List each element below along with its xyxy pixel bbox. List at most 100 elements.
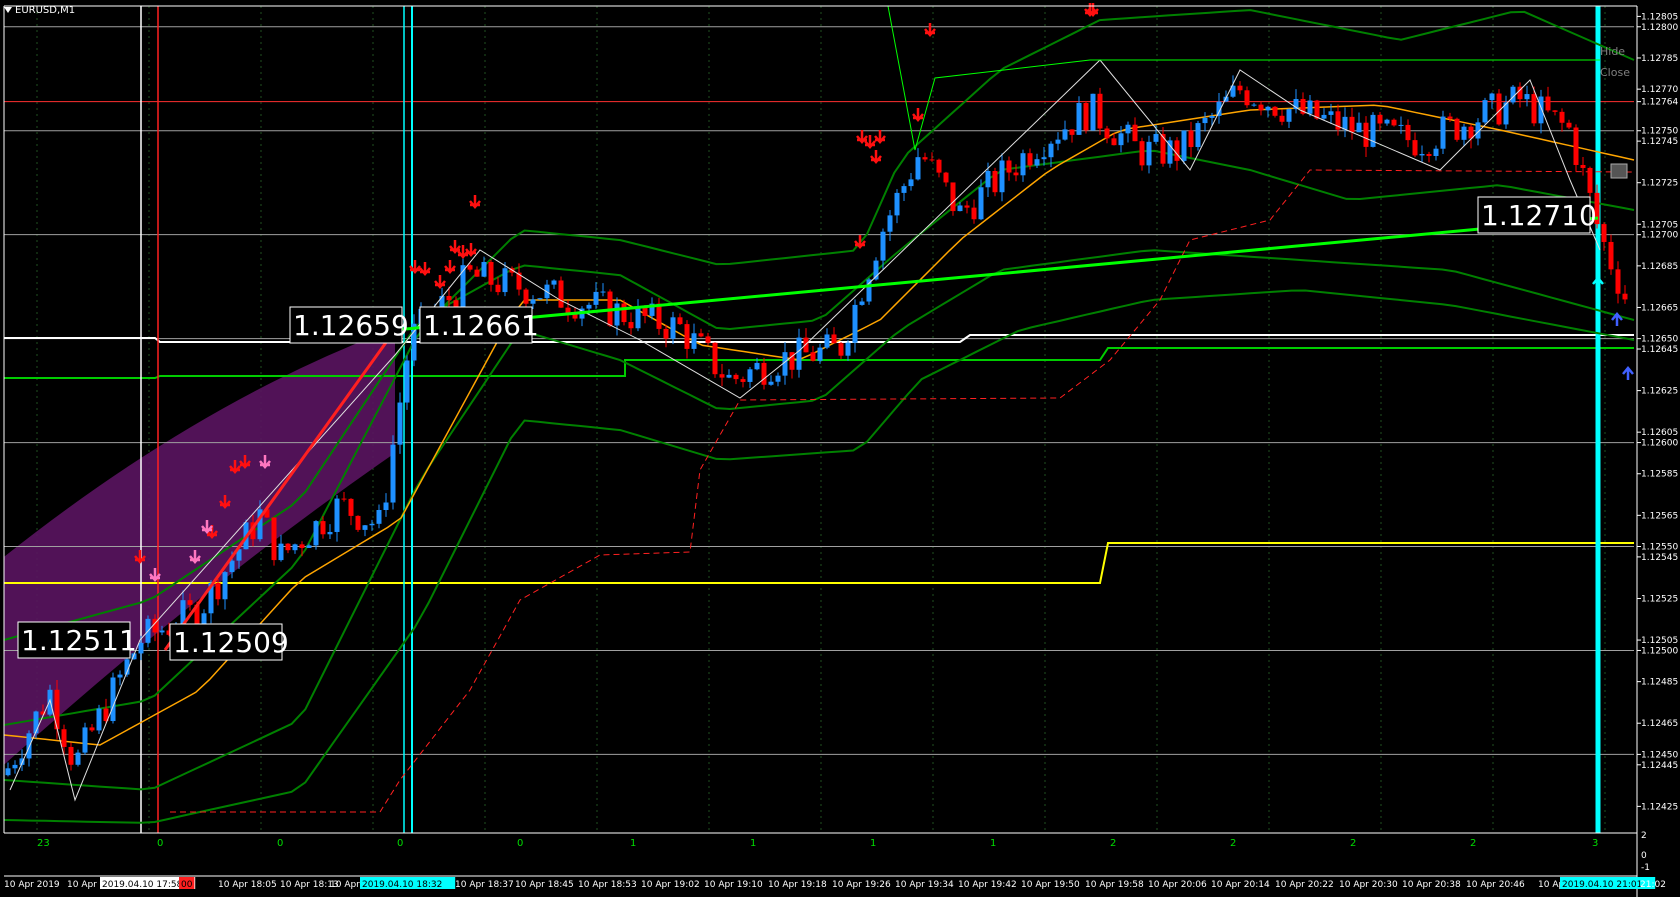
- price-tick-label: 1.12700: [1641, 231, 1678, 241]
- candle-body: [845, 342, 851, 356]
- time-label: 10 Apr 19:10: [704, 880, 763, 890]
- time-label: 10 Apr 19:42: [958, 880, 1017, 890]
- time-label: 2019.04.10 18:32: [362, 880, 442, 890]
- candle-body: [82, 727, 88, 753]
- candle-body: [1027, 153, 1033, 166]
- candle-body: [1041, 157, 1047, 160]
- time-label: 10 Apr 19:02: [641, 880, 700, 890]
- candle-body: [922, 157, 928, 160]
- candle-body: [1272, 106, 1278, 116]
- dropdown-icon[interactable]: [4, 7, 12, 13]
- candle-body: [1013, 172, 1019, 176]
- price-tick-label: 1.12625: [1641, 387, 1678, 397]
- candle-body: [586, 304, 592, 309]
- candle-body: [1552, 110, 1558, 112]
- candle-body: [670, 317, 676, 339]
- candle-body: [978, 187, 984, 220]
- candle-body: [824, 334, 830, 348]
- price-tick-label: 1.12600: [1641, 439, 1678, 449]
- candle-body: [376, 510, 382, 524]
- candle-body: [1489, 93, 1495, 101]
- candle-body: [1608, 241, 1614, 270]
- candle-body: [1118, 133, 1124, 146]
- candle-body: [1615, 269, 1621, 294]
- candle-body: [1146, 141, 1152, 166]
- candle-body: [761, 362, 767, 385]
- candle-body: [12, 764, 18, 769]
- candle-body: [894, 192, 900, 216]
- candle-body: [1573, 127, 1579, 165]
- price-tick-label: 1.12800: [1641, 23, 1678, 33]
- candle-body: [362, 525, 368, 530]
- price-label: 1.12659: [293, 309, 409, 342]
- price-label: 1.12511: [21, 624, 137, 657]
- price-tick-label: 1.12645: [1641, 345, 1678, 355]
- price-chart[interactable]: 1.12511 1.12509 1.12659 1.12661 1.12710 1.128…: [0, 0, 1680, 897]
- subpanel-value: 2: [1350, 838, 1356, 849]
- candle-body: [1188, 130, 1194, 148]
- candle-body: [1580, 164, 1586, 168]
- subpanel-value: 1: [630, 838, 636, 849]
- candle-body: [1454, 118, 1460, 140]
- candle-body: [1587, 167, 1593, 193]
- candle-body: [68, 746, 74, 765]
- candle-body: [1174, 140, 1180, 161]
- candle-body: [453, 300, 459, 308]
- subpanel-value: 0: [157, 838, 163, 849]
- candle-body: [334, 498, 340, 532]
- candle-body: [502, 268, 508, 293]
- time-label: 10 Apr 20:30: [1339, 880, 1398, 890]
- candle-body: [810, 352, 816, 361]
- time-label: 10 Apr 19:50: [1021, 880, 1080, 890]
- symbol-title: EURUSD,M1: [4, 5, 75, 16]
- price-tick-label: 1.12505: [1641, 636, 1678, 646]
- candle-body: [908, 179, 914, 187]
- candle-body: [740, 379, 746, 382]
- candle-body: [1104, 128, 1110, 139]
- candle-body: [397, 402, 403, 445]
- price-tick-label: 1.12745: [1641, 137, 1678, 147]
- candle-body: [89, 727, 95, 731]
- close-button[interactable]: Close: [1600, 66, 1630, 79]
- price-tick-label: 1.12425: [1641, 802, 1678, 812]
- candle-body: [1566, 122, 1572, 128]
- price-tick-label: 1.12725: [1641, 179, 1678, 189]
- subpanel-value: 0: [277, 838, 283, 849]
- time-label: 10 Apr 19:58: [1085, 880, 1144, 890]
- subpanel-value: 3: [1592, 838, 1598, 849]
- candle-body: [719, 374, 725, 378]
- candle-body: [1111, 138, 1117, 146]
- subpanel-scale: -1: [1641, 863, 1650, 873]
- subpanel-value: 1: [750, 838, 756, 849]
- candle-body: [1314, 100, 1320, 119]
- subpanel-value: 1: [990, 838, 996, 849]
- candle-body: [614, 303, 620, 326]
- candle-body: [306, 545, 312, 548]
- price-tick-label: 1.12525: [1641, 594, 1678, 604]
- candle-body: [901, 186, 907, 193]
- price-tick-label: 1.12465: [1641, 719, 1678, 729]
- candle-body: [383, 502, 389, 511]
- candle-body: [1356, 122, 1362, 133]
- candle-body: [1125, 124, 1131, 134]
- candle-body: [1328, 111, 1334, 115]
- time-label: 10 Apr 20:06: [1148, 880, 1207, 890]
- candle-body: [530, 299, 536, 304]
- candle-body: [1062, 129, 1068, 140]
- subpanel-scale: 2: [1641, 831, 1647, 841]
- candle-body: [1076, 103, 1082, 135]
- candle-body: [404, 360, 410, 403]
- price-tick-label: 1.12750: [1641, 127, 1678, 137]
- price-tick-label: 1.12545: [1641, 553, 1678, 563]
- candle-body: [558, 280, 564, 308]
- candle-body: [348, 498, 354, 516]
- time-label: 10 Apr 18:05: [218, 880, 277, 890]
- candle-body: [481, 261, 487, 277]
- candle-body: [1048, 143, 1054, 158]
- subpanel-scale: 0: [1641, 851, 1647, 861]
- candle-body: [971, 207, 977, 220]
- candle-body: [26, 733, 32, 759]
- hide-button[interactable]: Hide: [1600, 45, 1625, 58]
- candle-body: [96, 708, 102, 731]
- price-tick-label: 1.12485: [1641, 678, 1678, 688]
